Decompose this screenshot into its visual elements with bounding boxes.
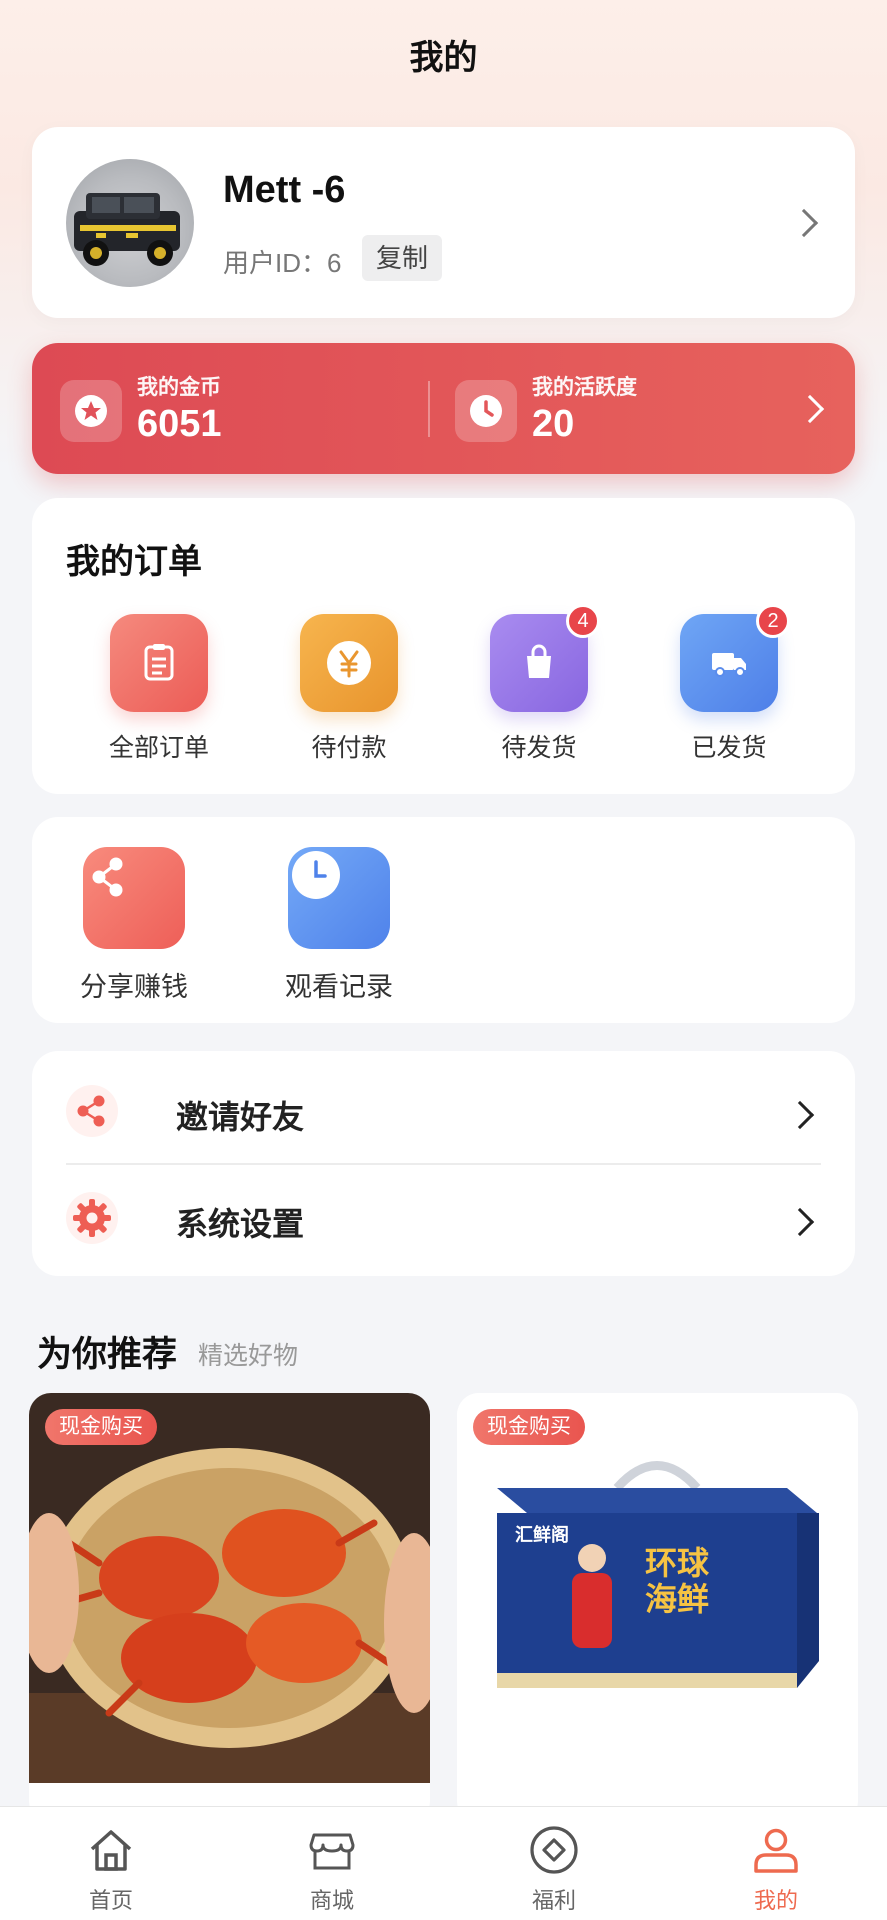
tool-label: 观看记录 — [285, 972, 393, 1002]
chevron-right-icon[interactable] — [789, 208, 819, 238]
tool-watch-history[interactable]: 观看记录 — [274, 847, 404, 1004]
activity-value: 20 — [532, 403, 575, 445]
chevron-right-icon[interactable] — [795, 394, 825, 424]
tab-label: 商城 — [309, 1888, 354, 1913]
truck-icon: 2 — [680, 604, 790, 712]
recommend-subtitle: 精选好物 — [198, 1342, 299, 1370]
tab-welfare[interactable]: 福利 — [494, 1823, 614, 1915]
chevron-right-icon — [785, 1207, 815, 1237]
order-label: 待付款 — [311, 734, 387, 762]
tab-mine[interactable]: 我的 — [716, 1823, 836, 1915]
menu-system-settings[interactable]: 系统设置 — [66, 1182, 821, 1262]
diamond-coin-icon — [527, 1823, 581, 1877]
tab-bar: 首页 商城 福利 我的 — [0, 1806, 887, 1920]
recommend-title: 为你推荐 — [37, 1335, 178, 1374]
order-all[interactable]: 全部订单 — [89, 614, 229, 764]
menu-card: 邀请好友 系统设置 — [32, 1051, 855, 1276]
clock-icon — [288, 847, 390, 949]
tab-label: 我的 — [753, 1888, 798, 1913]
profile-card[interactable]: Mett -6 用户ID：6 复制 — [32, 127, 855, 318]
orders-card: 我的订单 全部订单 待付款 4 待发货 2 已发货 — [32, 498, 855, 794]
tab-home[interactable]: 首页 — [51, 1823, 171, 1915]
divider — [428, 381, 430, 437]
coin-icon — [60, 380, 122, 442]
order-pending-shipment[interactable]: 4 待发货 — [469, 604, 609, 764]
gold-label: 我的金币 — [137, 376, 221, 399]
user-id: 用户ID：6 — [223, 248, 342, 278]
assets-bar[interactable]: 我的金币 6051 我的活跃度 20 — [32, 343, 855, 474]
order-badge: 2 — [756, 604, 790, 638]
orders-title: 我的订单 — [66, 543, 202, 581]
avatar[interactable] — [66, 159, 194, 287]
clock-icon — [455, 380, 517, 442]
copy-button[interactable]: 复制 — [362, 235, 443, 281]
gold-value: 6051 — [137, 403, 222, 445]
share-icon — [83, 847, 185, 949]
yen-icon — [300, 614, 398, 712]
menu-invite-friends[interactable]: 邀请好友 — [66, 1075, 821, 1155]
tab-label: 首页 — [88, 1888, 133, 1913]
box-slogan: 环球海鲜 — [645, 1545, 710, 1617]
tab-label: 福利 — [531, 1888, 576, 1913]
tool-share-earn[interactable]: 分享赚钱 — [69, 847, 199, 1004]
gear-icon — [66, 1192, 118, 1244]
order-badge: 4 — [566, 604, 600, 638]
tools-card: 分享赚钱 观看记录 — [32, 817, 855, 1023]
divider — [66, 1163, 821, 1165]
user-icon — [749, 1823, 803, 1877]
nickname: Mett -6 — [223, 169, 346, 211]
clipboard-icon — [110, 614, 208, 712]
order-label: 待发货 — [501, 734, 577, 762]
product-card[interactable]: 现金购买 — [29, 1393, 430, 1823]
store-icon — [305, 1823, 359, 1877]
product-image — [29, 1393, 430, 1783]
menu-label: 系统设置 — [176, 1206, 305, 1242]
order-shipped[interactable]: 2 已发货 — [659, 604, 799, 764]
box-brand: 汇鲜阁 — [515, 1525, 569, 1545]
product-card[interactable]: 现金购买 汇鲜阁 环球海鲜 — [457, 1393, 858, 1823]
order-label: 已发货 — [691, 734, 767, 762]
bag-icon: 4 — [490, 604, 600, 712]
page-title: 我的 — [409, 39, 478, 77]
product-tag: 现金购买 — [45, 1409, 157, 1445]
tab-store[interactable]: 商城 — [272, 1823, 392, 1915]
chevron-right-icon — [785, 1100, 815, 1130]
tool-label: 分享赚钱 — [80, 972, 188, 1002]
share-icon — [66, 1085, 118, 1137]
activity-label: 我的活跃度 — [532, 376, 637, 399]
menu-label: 邀请好友 — [176, 1099, 305, 1135]
order-label: 全部订单 — [108, 734, 209, 762]
product-tag: 现金购买 — [473, 1409, 585, 1445]
order-pending-payment[interactable]: 待付款 — [279, 614, 419, 764]
home-icon — [84, 1823, 138, 1877]
